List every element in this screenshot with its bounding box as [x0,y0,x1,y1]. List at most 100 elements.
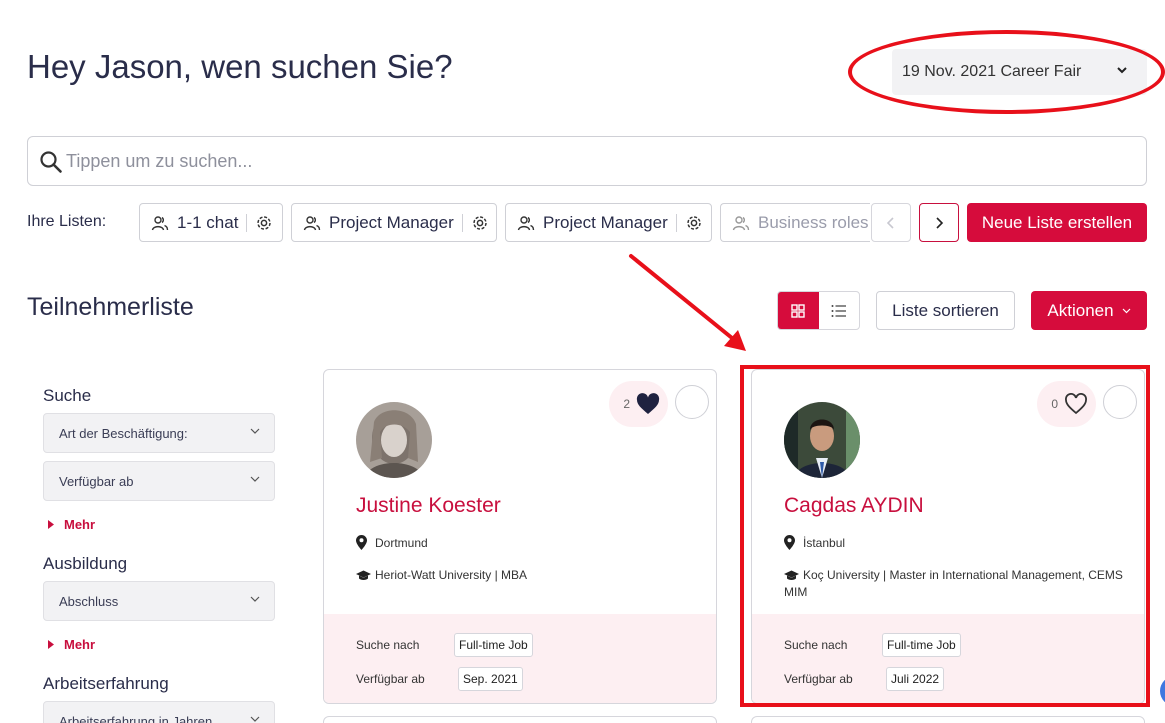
select-label: Verfügbar ab [59,473,134,489]
degree-select[interactable]: Abschluss [43,581,275,621]
chat-widget-button[interactable] [1160,676,1165,706]
filter-heading-education: Ausbildung [43,554,128,573]
available-label: Verfügbar ab [784,672,853,686]
graduation-cap-icon [784,570,799,580]
grid-icon [791,303,805,318]
divider [246,213,248,232]
seeking-tag: Full-time Job [882,633,961,657]
like-counter[interactable]: 0 [1037,381,1096,427]
select-label: Abschluss [59,593,119,609]
chevron-down-icon [250,476,260,482]
list-chip-label: 1-1 chat [177,212,239,232]
participant-name[interactable]: Justine Koester [356,494,501,518]
location-pin-icon [356,535,367,550]
people-icon [732,215,750,230]
list-chip-label: Project Manager [543,212,668,232]
employment-type-select[interactable]: Art der Beschäftigung: [43,413,275,453]
create-list-button[interactable]: Neue Liste erstellen [967,203,1147,242]
list-chip-4[interactable]: Business roles [720,203,870,242]
page-title: Hey Jason, wen suchen Sie? [27,48,453,85]
experience-years-select[interactable]: Arbeitserfahrung in Jahren [43,701,275,723]
like-count: 0 [1051,397,1058,411]
divider [675,213,677,232]
graduation-cap-icon [356,570,371,580]
participant-card[interactable]: 2 Justine Koester Dortmund Heriot-Watt U… [323,369,717,704]
list-chip-label: Project Manager [329,212,454,232]
gear-icon[interactable] [685,214,703,232]
like-counter[interactable]: 2 [609,381,668,427]
people-icon [517,215,535,230]
list-chip-2[interactable]: Project Manager [291,203,497,242]
list-view-button[interactable] [819,292,860,329]
view-toggle[interactable] [777,291,860,330]
location: İstanbul [784,535,845,550]
list-chip-1[interactable]: 1-1 chat [139,203,283,242]
list-icon [831,304,846,317]
chevron-down-icon [250,596,260,602]
seeking-label: Suche nach [784,638,848,652]
seeking-label: Suche nach [356,638,420,652]
people-icon [151,215,169,230]
filter-heading-experience: Arbeitserfahrung [43,674,169,693]
location-pin-icon [784,535,795,550]
select-checkbox[interactable] [675,385,709,419]
more-label: Mehr [64,517,96,532]
like-count: 2 [623,397,630,411]
search-input[interactable] [66,150,1146,172]
lists-label: Ihre Listen: [27,213,107,230]
chevron-down-icon [1122,308,1131,313]
select-checkbox[interactable] [1103,385,1137,419]
participant-card-partial[interactable] [751,716,1145,723]
seeking-row: Suche nach Full-time Job [356,633,533,657]
location: Dortmund [356,535,428,550]
available-row: Verfügbar ab Juli 2022 [784,667,945,691]
list-chip-label: Business roles [758,212,869,232]
chevron-left-icon [886,216,894,229]
lists-prev-button[interactable] [871,203,911,242]
participant-name[interactable]: Cagdas AYDIN [784,494,924,518]
chevron-right-icon [936,216,944,229]
available-tag: Sep. 2021 [458,667,523,691]
more-link-education[interactable]: Mehr [48,637,95,652]
select-label: Art der Beschäftigung: [59,425,188,441]
more-link-search[interactable]: Mehr [48,517,95,532]
location-text: Dortmund [375,535,428,550]
seeking-row: Suche nach Full-time Job [784,633,961,657]
education-text: Heriot-Watt University | MBA [375,568,528,582]
seeking-tag: Full-time Job [454,633,533,657]
event-select[interactable]: 19 Nov. 2021 Career Fair [892,49,1147,95]
people-icon [303,215,321,230]
filter-heading-search: Suche [43,386,92,405]
lists-next-button[interactable] [919,203,959,242]
gear-icon[interactable] [471,214,489,232]
event-select-value: 19 Nov. 2021 Career Fair [902,63,1082,80]
available-tag: Juli 2022 [886,667,945,691]
chevron-down-icon [250,428,260,434]
chevron-down-icon [250,716,260,722]
location-text: İstanbul [803,535,846,550]
search-bar[interactable] [27,136,1147,186]
caret-right-icon [48,520,54,529]
education: Heriot-Watt University | MBA [356,567,696,584]
actions-label: Aktionen [1047,300,1114,320]
gear-icon[interactable] [255,214,273,232]
chevron-down-icon [1117,67,1127,74]
available-from-select[interactable]: Verfügbar ab [43,461,275,501]
available-label: Verfügbar ab [356,672,425,686]
more-label: Mehr [64,637,96,652]
available-row: Verfügbar ab Sep. 2021 [356,667,523,691]
heart-outline-icon [1065,393,1087,415]
avatar [784,402,860,478]
actions-button[interactable]: Aktionen [1031,291,1147,330]
education-text: Koç University | Master in International… [784,568,1123,599]
participant-card-partial[interactable] [323,716,717,723]
grid-view-button[interactable] [778,292,819,329]
heart-filled-icon [636,393,660,414]
divider [461,213,463,232]
avatar [356,402,432,478]
education: Koç University | Master in International… [784,567,1124,601]
participant-card[interactable]: 0 Cagdas AYDIN İstanbul Koç University |… [751,369,1145,704]
section-title: Teilnehmerliste [27,293,194,321]
sort-list-button[interactable]: Liste sortieren [876,291,1015,330]
list-chip-3[interactable]: Project Manager [505,203,712,242]
